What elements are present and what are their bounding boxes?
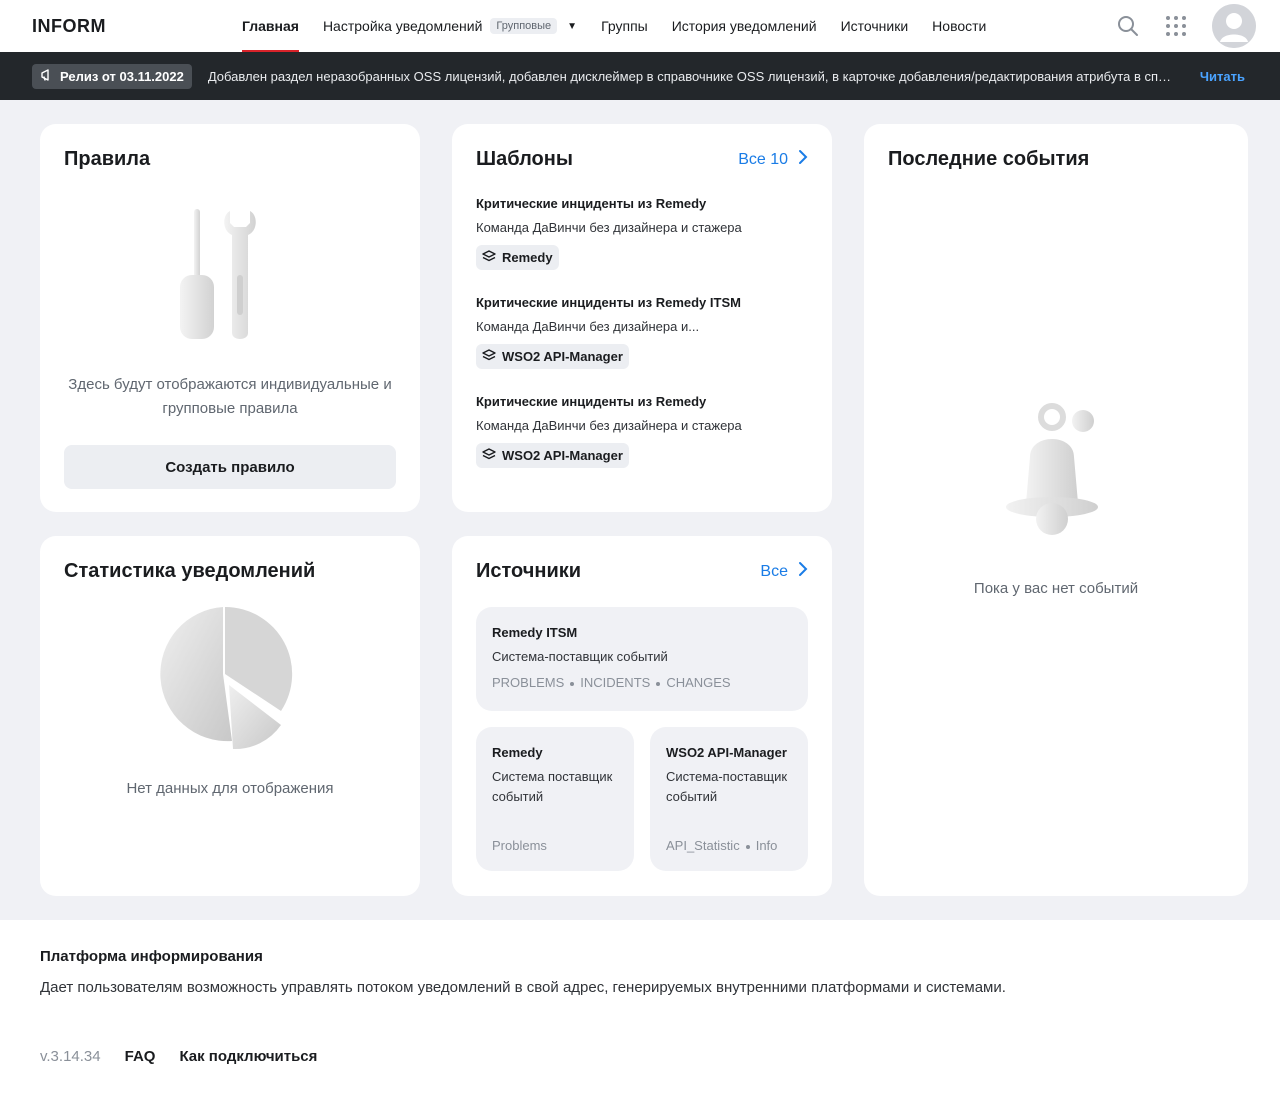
source-desc: Система-поставщик событий xyxy=(492,649,668,664)
template-title: Критические инциденты из Remedy xyxy=(476,394,707,409)
bell-illustration xyxy=(888,403,1224,539)
template-item[interactable]: Критические инциденты из Remedy Команда … xyxy=(476,195,808,270)
source-tags: API_Statistic Info xyxy=(666,838,777,853)
events-empty-text: Пока у вас нет событий xyxy=(973,580,1139,597)
nav-item-label: Настройка уведомлений xyxy=(322,18,483,34)
create-rule-button[interactable]: Создать правило xyxy=(64,445,396,489)
megaphone-icon xyxy=(40,68,54,85)
chevron-right-icon xyxy=(798,149,808,170)
templates-all-label: Все 10 xyxy=(738,150,788,168)
nav-item-notification-settings[interactable]: Настройка уведомлений Групповые ▼ xyxy=(323,0,577,52)
header-actions xyxy=(1116,4,1256,48)
template-title: Критические инциденты из Remedy xyxy=(476,196,707,211)
events-card: Последние события Пока у вас нет событий xyxy=(864,124,1248,896)
source-tags: Problems xyxy=(492,838,547,853)
layers-icon xyxy=(482,447,496,464)
source-name: Remedy xyxy=(492,745,543,760)
template-source-chip: Remedy xyxy=(476,245,559,270)
templates-header: Шаблоны Все 10 xyxy=(476,148,808,171)
how-to-connect-link[interactable]: Как подключиться xyxy=(179,1048,317,1065)
sources-all-label: Все xyxy=(760,562,788,580)
search-icon[interactable] xyxy=(1116,14,1140,38)
stats-title: Статистика уведомлений xyxy=(64,560,316,582)
pie-illustration xyxy=(64,607,396,757)
footer-desc: Дает пользователям возможность управлять… xyxy=(40,979,1006,996)
faq-link[interactable]: FAQ xyxy=(125,1048,156,1065)
sources-header: Источники Все xyxy=(476,560,808,583)
chevron-right-icon xyxy=(798,561,808,582)
source-tags: PROBLEMS INCIDENTS CHANGES xyxy=(492,675,792,690)
app-version: v.3.14.34 xyxy=(40,1048,101,1065)
avatar[interactable] xyxy=(1212,4,1256,48)
template-source-chip: WSO2 API-Manager xyxy=(476,344,629,369)
nav-item-label: Новости xyxy=(932,18,987,34)
nav-item-label: История уведомлений xyxy=(671,18,817,34)
nav-item-home[interactable]: Главная xyxy=(242,0,299,52)
release-banner: Релиз от 03.11.2022 Добавлен раздел нера… xyxy=(0,52,1280,100)
source-tag: PROBLEMS xyxy=(492,675,565,690)
source-tag: API_Statistic xyxy=(666,838,740,853)
nav-item-history[interactable]: История уведомлений xyxy=(672,0,817,52)
sources-all-link[interactable]: Все xyxy=(760,561,808,582)
source-name: WSO2 API-Manager xyxy=(666,745,787,760)
stats-empty-text: Нет данных для отображения xyxy=(126,780,334,797)
source-card[interactable]: Remedy ITSM Система-поставщик событий PR… xyxy=(476,607,808,711)
templates-card: Шаблоны Все 10 Критические инциденты из … xyxy=(452,124,832,512)
dashboard: Правила Здесь будут отображаются индивид… xyxy=(0,100,1280,920)
source-tag: CHANGES xyxy=(666,675,731,690)
template-team: Команда ДаВинчи без дизайнера и стажера xyxy=(476,418,742,433)
source-row: Remedy Система поставщик событий Problem… xyxy=(476,727,808,871)
release-read-link[interactable]: Читать xyxy=(1200,69,1245,84)
footer-links: v.3.14.34 FAQ Как подключиться xyxy=(40,1048,1240,1065)
source-tag: Problems xyxy=(492,838,547,853)
sources-card: Источники Все Remedy ITSM Система-постав… xyxy=(452,536,832,896)
source-card[interactable]: WSO2 API-Manager Система-поставщик событ… xyxy=(650,727,808,871)
layers-icon xyxy=(482,348,496,365)
nav-item-label: Источники xyxy=(840,18,909,34)
nav-item-label: Главная xyxy=(242,18,299,34)
template-source-label: WSO2 API-Manager xyxy=(502,349,623,364)
template-title: Критические инциденты из Remedy ITSM xyxy=(476,295,741,310)
rules-card: Правила Здесь будут отображаются индивид… xyxy=(40,124,420,512)
release-text: Добавлен раздел неразобранных OSS лиценз… xyxy=(207,68,1176,84)
source-desc: Система поставщик событий xyxy=(492,769,613,804)
top-header: INFORM Главная Настройка уведомлений Гру… xyxy=(0,0,1280,52)
template-team: Команда ДаВинчи без дизайнера и... xyxy=(476,319,700,334)
source-tag: Info xyxy=(755,838,778,853)
nav-item-sources[interactable]: Источники xyxy=(841,0,909,52)
template-item[interactable]: Критические инциденты из Remedy Команда … xyxy=(476,393,808,468)
templates-title: Шаблоны xyxy=(476,148,573,170)
release-badge-label: Релиз от 03.11.2022 xyxy=(60,68,184,84)
source-tag: INCIDENTS xyxy=(580,675,651,690)
nav-item-label: Группы xyxy=(601,18,648,34)
app-logo[interactable]: INFORM xyxy=(32,16,242,37)
nav-item-news[interactable]: Новости xyxy=(932,0,986,52)
source-name: Remedy ITSM xyxy=(492,625,578,640)
nav-badge: Групповые xyxy=(490,18,558,34)
tools-illustration xyxy=(64,205,396,345)
nav-item-groups[interactable]: Группы xyxy=(601,0,648,52)
template-team: Команда ДаВинчи без дизайнера и стажера xyxy=(476,220,742,235)
template-source-label: WSO2 API-Manager xyxy=(502,448,623,463)
events-title: Последние события xyxy=(888,148,1090,170)
templates-all-link[interactable]: Все 10 xyxy=(738,149,808,170)
main-nav: Главная Настройка уведомлений Групповые … xyxy=(242,0,1010,52)
stats-card: Статистика уведомлений Нет данных для от… xyxy=(40,536,420,896)
template-source-label: Remedy xyxy=(502,250,553,265)
source-card[interactable]: Remedy Система поставщик событий Problem… xyxy=(476,727,634,871)
apps-grid-icon[interactable] xyxy=(1164,14,1188,38)
source-desc: Система-поставщик событий xyxy=(666,769,788,804)
sources-title: Источники xyxy=(476,560,582,582)
rules-title: Правила xyxy=(64,148,151,170)
footer: Платформа информирования Дает пользовате… xyxy=(0,920,1280,1065)
template-source-chip: WSO2 API-Manager xyxy=(476,443,629,468)
release-badge: Релиз от 03.11.2022 xyxy=(32,63,192,89)
caret-down-icon[interactable]: ▼ xyxy=(567,21,577,32)
rules-empty-text: Здесь будут отображаются индивидуальные … xyxy=(68,376,392,417)
template-item[interactable]: Критические инциденты из Remedy ITSM Ком… xyxy=(476,294,808,369)
footer-title: Платформа информирования xyxy=(40,948,263,965)
layers-icon xyxy=(482,249,496,266)
